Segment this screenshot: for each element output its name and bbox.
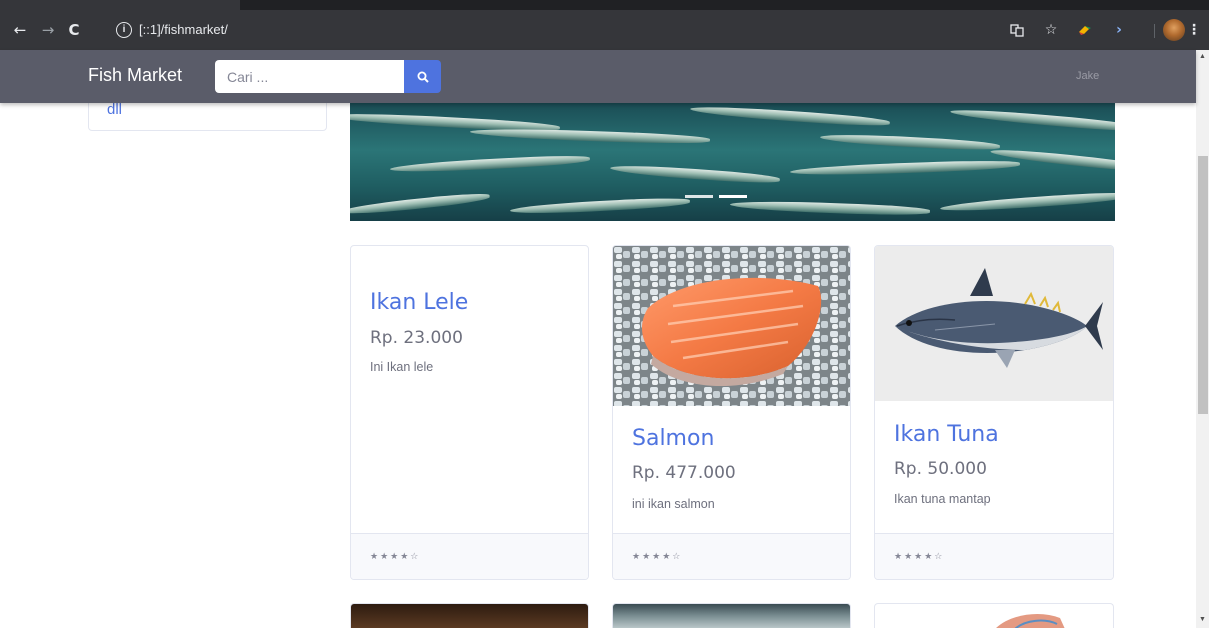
- chevron-right-icon[interactable]: ›: [1108, 18, 1130, 42]
- browser-tab-strip: [0, 0, 1209, 10]
- fish-shape: [989, 146, 1115, 174]
- fish-shape: [469, 126, 711, 146]
- user-name[interactable]: Jake: [1076, 70, 1099, 82]
- scrollbar-thumb[interactable]: [1198, 156, 1208, 414]
- product-card[interactable]: Ikan Lele Rp. 23.000 Ini Ikan lele ★★★★☆: [350, 245, 589, 580]
- carousel-indicator[interactable]: [685, 195, 713, 198]
- product-price: Rp. 50.000: [894, 459, 987, 479]
- card-footer: ★★★★☆: [875, 533, 1113, 579]
- product-description: ini ikan salmon: [632, 497, 715, 511]
- rating-stars: ★★★★☆: [894, 552, 945, 562]
- fish-shape: [819, 132, 1001, 152]
- reload-icon[interactable]: C: [62, 18, 86, 42]
- product-description: Ikan tuna mantap: [894, 492, 991, 506]
- search-icon: [417, 71, 429, 83]
- forward-icon[interactable]: →: [36, 18, 60, 42]
- fish-shape: [389, 153, 591, 175]
- product-card-image[interactable]: [350, 603, 589, 628]
- fish-shape: [939, 190, 1115, 214]
- product-description: Ini Ikan lele: [370, 360, 434, 374]
- search-input[interactable]: [215, 60, 404, 93]
- url-text[interactable]: [::1]/fishmarket/: [139, 22, 228, 37]
- active-tab[interactable]: [0, 0, 240, 10]
- product-price: Rp. 477.000: [632, 463, 736, 483]
- profile-avatar[interactable]: [1162, 18, 1186, 42]
- tuna-image[interactable]: [875, 246, 1113, 401]
- toolbar-separator: [1154, 24, 1155, 38]
- rating-stars: ★★★★☆: [370, 552, 421, 562]
- product-title[interactable]: Ikan Tuna: [894, 422, 999, 447]
- fish-shape: [509, 196, 691, 216]
- card-footer: ★★★★☆: [351, 533, 588, 579]
- rating-stars: ★★★★☆: [632, 552, 683, 562]
- hero-carousel[interactable]: [350, 103, 1115, 221]
- extension-icon[interactable]: [1074, 18, 1096, 42]
- menu-dots-icon[interactable]: ⋮: [1184, 18, 1204, 42]
- product-card-image[interactable]: [874, 603, 1114, 628]
- info-icon[interactable]: i: [116, 22, 132, 38]
- fish-shape: [729, 199, 931, 217]
- app-navbar: Fish Market Jake: [0, 50, 1196, 103]
- browser-toolbar: ← → C i [::1]/fishmarket/ ☆ › ⋮: [0, 10, 1209, 50]
- scroll-down-icon[interactable]: ▼: [1199, 616, 1206, 623]
- brand-logo[interactable]: Fish Market: [88, 65, 182, 86]
- product-card[interactable]: Ikan Tuna Rp. 50.000 Ikan tuna mantap ★★…: [874, 245, 1114, 580]
- fish-shape: [949, 106, 1115, 134]
- product-title[interactable]: Salmon: [632, 426, 714, 451]
- product-card-image[interactable]: [612, 603, 851, 628]
- address-bar[interactable]: i [::1]/fishmarket/: [108, 16, 1203, 44]
- category-item-dll[interactable]: dll: [107, 101, 122, 118]
- product-title[interactable]: Ikan Lele: [370, 290, 468, 315]
- card-footer: ★★★★☆: [613, 533, 850, 579]
- fish-shape: [609, 163, 781, 185]
- star-icon[interactable]: ☆: [1040, 18, 1062, 42]
- fish-shape: [350, 191, 491, 217]
- fish-shape: [789, 158, 1021, 178]
- search-button[interactable]: [404, 60, 441, 93]
- product-price: Rp. 23.000: [370, 328, 463, 348]
- fish-shape: [689, 104, 891, 128]
- product-card[interactable]: Salmon Rp. 477.000 ini ikan salmon ★★★★☆: [612, 245, 851, 580]
- scroll-up-icon[interactable]: ▲: [1199, 53, 1206, 60]
- back-icon[interactable]: ←: [8, 18, 32, 42]
- salmon-image[interactable]: [613, 246, 850, 406]
- carousel-indicator-active[interactable]: [719, 195, 747, 198]
- translate-icon[interactable]: [1006, 18, 1028, 42]
